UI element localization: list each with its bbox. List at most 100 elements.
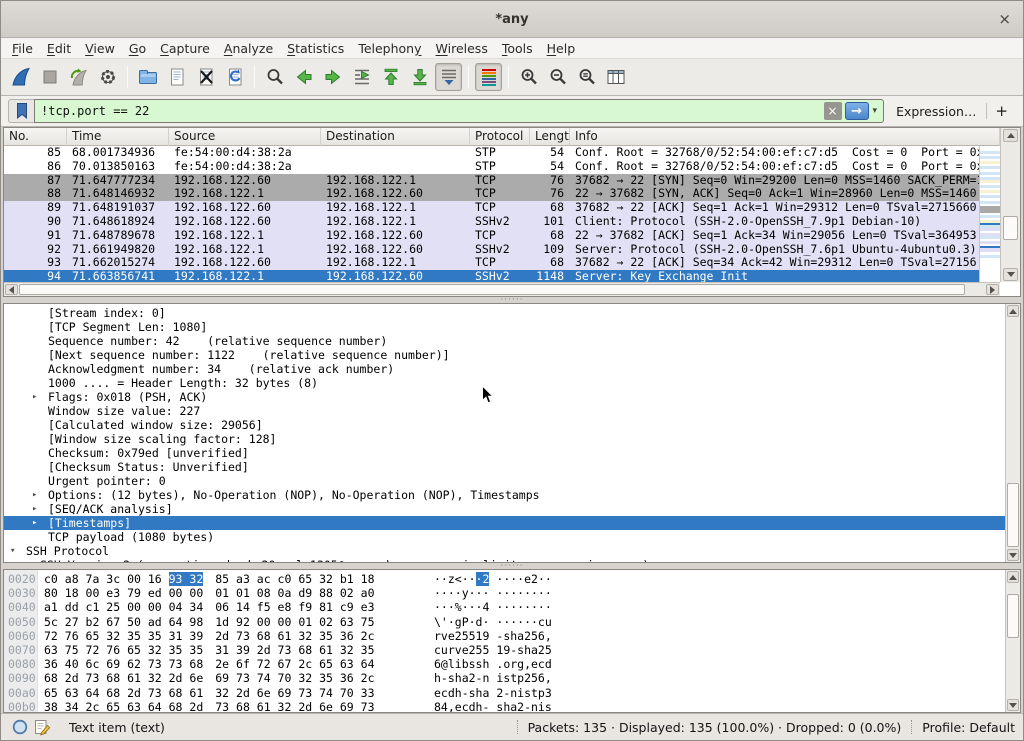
auto-scroll-button[interactable] [435,63,462,91]
display-filter-field[interactable]: !tcp.port == 22 × → ▾ [34,99,884,123]
hex-ascii[interactable]: ··z<···2····e2·· [434,572,552,586]
hex-row-0080[interactable]: 008036 40 6c 69 62 73 73 682e 6f 72 67 2… [4,657,1020,671]
colorize-button[interactable] [475,63,502,91]
intelligent-scrollbar-minimap[interactable] [979,146,1000,282]
bytes-vscrollbar[interactable] [1005,570,1020,712]
menu-statistics[interactable]: Statistics [280,39,351,58]
column-header-time[interactable]: Time [67,128,169,146]
hex-ascii[interactable]: 6@libssh.org,ecd [434,657,552,671]
column-header-protocol[interactable]: Protocol [470,128,530,146]
column-header-source[interactable]: Source [169,128,321,146]
detail-line[interactable]: 1000 .... = Header Length: 32 bytes (8) [4,376,1020,390]
menu-help[interactable]: Help [540,39,583,58]
reload-file-button[interactable] [221,63,248,91]
menu-file[interactable]: File [5,39,40,58]
hex-bytes[interactable]: 36 40 6c 69 62 73 73 682e 6f 72 67 2c 65… [44,657,375,671]
bytes-scroll-up-button[interactable] [1007,571,1019,583]
hex-row-0090[interactable]: 009068 2d 73 68 61 32 2d 6e69 73 74 70 3… [4,671,1020,685]
collapsed-arrow-icon[interactable]: ▸ [32,488,37,502]
packet-row-85[interactable]: 8568.001734936fe:54:00:d4:38:2aSTP54Conf… [4,146,979,160]
hex-bytes[interactable]: 68 2d 73 68 61 32 2d 6e69 73 74 70 32 35… [44,671,375,685]
details-scroll-up-button[interactable] [1007,305,1019,317]
packet-row-88[interactable]: 8871.648146932192.168.122.1192.168.122.6… [4,187,979,201]
hex-bytes[interactable]: 38 34 2c 65 63 64 68 2d73 68 61 32 2d 6e… [44,700,375,713]
packet-list-vscrollbar[interactable] [1000,128,1020,282]
packet-row-87[interactable]: 8771.647777234192.168.122.60192.168.122.… [4,174,979,188]
detail-line[interactable]: Sequence number: 42 (relative sequence n… [4,334,1020,348]
collapsed-arrow-icon[interactable]: ▸ [24,558,29,563]
display-filter-input[interactable]: !tcp.port == 22 [35,104,824,118]
hex-row-0060[interactable]: 006072 76 65 32 35 35 31 392d 73 68 61 3… [4,629,1020,643]
close-file-button[interactable] [192,63,219,91]
filter-dropdown-caret[interactable]: ▾ [869,106,884,116]
detail-line[interactable]: [TCP Segment Len: 1080] [4,320,1020,334]
packet-row-93[interactable]: 9371.662015274192.168.122.60192.168.122.… [4,256,979,270]
scroll-right-button[interactable] [986,284,999,295]
details-vscrollbar[interactable] [1005,304,1020,562]
packet-list-hscrollbar[interactable] [4,282,1000,296]
detail-line[interactable]: ▸Options: (12 bytes), No-Operation (NOP)… [4,488,1020,502]
column-header-length[interactable]: Length [530,128,570,146]
expert-info-button[interactable] [9,717,31,737]
open-file-button[interactable] [134,63,161,91]
bytes-vscroll-thumb[interactable] [1007,594,1019,638]
capture-options-button[interactable] [94,63,121,91]
hex-row-0050[interactable]: 00505c 27 b2 67 50 ad 64 981d 92 00 00 0… [4,615,1020,629]
hex-row-0020[interactable]: 0020c0 a8 7a 3c 00 16 93 3285 a3 ac c0 6… [4,572,1020,586]
detail-line[interactable]: Urgent pointer: 0 [4,474,1020,488]
detail-line[interactable]: ▸SSH Version 2 (encryption:chacha20-poly… [4,558,1020,563]
column-header-info[interactable]: Info [570,128,1000,146]
menu-telephony[interactable]: Telephony [351,39,428,58]
detail-line[interactable]: Window size value: 227 [4,404,1020,418]
hex-ascii[interactable]: curve25519-sha25 [434,643,552,657]
menu-view[interactable]: View [78,39,122,58]
hex-row-0070[interactable]: 007063 75 72 76 65 32 35 3531 39 2d 73 6… [4,643,1020,657]
capture-stop-button[interactable] [36,63,63,91]
zoom-in-button[interactable] [515,63,542,91]
zoom-original-button[interactable] [573,63,600,91]
capture-restart-button[interactable] [65,63,92,91]
save-file-button[interactable] [163,63,190,91]
filter-bookmark-button[interactable] [8,99,34,123]
resize-columns-button[interactable] [602,63,629,91]
detail-line[interactable]: [Next sequence number: 1122 (relative se… [4,348,1020,362]
details-vscroll-thumb[interactable] [1007,483,1019,547]
packet-row-90[interactable]: 9071.648618924192.168.122.60192.168.122.… [4,215,979,229]
packet-row-86[interactable]: 8670.013850163fe:54:00:d4:38:2aSTP54Conf… [4,160,979,174]
hex-bytes[interactable]: 65 63 64 68 2d 73 68 6132 2d 6e 69 73 74… [44,686,375,700]
hex-ascii[interactable]: ecdh-sha2-nistp3 [434,686,552,700]
filter-apply-button[interactable]: → [845,102,869,120]
title-bar[interactable]: *any × [1,1,1023,38]
menu-analyze[interactable]: Analyze [217,39,280,58]
packet-row-92[interactable]: 9271.661949820192.168.122.1192.168.122.6… [4,243,979,257]
hex-row-00a0[interactable]: 00a065 63 64 68 2d 73 68 6132 2d 6e 69 7… [4,686,1020,700]
detail-line[interactable]: Checksum: 0x79ed [unverified] [4,446,1020,460]
go-to-packet-button[interactable] [348,63,375,91]
go-forward-button[interactable] [319,63,346,91]
detail-line[interactable]: ▸[SEQ/ACK analysis] [4,502,1020,516]
collapsed-arrow-icon[interactable]: ▸ [32,390,37,404]
hex-row-0030[interactable]: 003080 18 00 e3 79 ed 00 0001 01 08 0a d… [4,586,1020,600]
hex-row-0040[interactable]: 0040a1 dd c1 25 00 00 04 3406 14 f5 e8 f… [4,600,1020,614]
scroll-down-button[interactable] [1003,268,1018,281]
collapsed-arrow-icon[interactable]: ▸ [32,516,37,530]
menu-wireless[interactable]: Wireless [429,39,495,58]
scroll-up-button[interactable] [1003,129,1018,142]
expression-button[interactable]: Expression… [884,104,986,119]
detail-line[interactable]: ▸[Timestamps] [4,516,1020,530]
hex-ascii[interactable]: \'·gP·d·······cu [434,615,552,629]
capture-start-button[interactable] [7,63,34,91]
detail-line[interactable]: Acknowledgment number: 34 (relative ack … [4,362,1020,376]
hex-bytes[interactable]: 80 18 00 e3 79 ed 00 0001 01 08 0a d9 88… [44,586,375,600]
hex-bytes[interactable]: c0 a8 7a 3c 00 16 93 3285 a3 ac c0 65 32… [44,572,375,586]
capture-comment-button[interactable] [31,717,53,737]
hex-ascii[interactable]: 84,ecdh-sha2-nis [434,700,552,713]
packet-row-91[interactable]: 9171.648789678192.168.122.1192.168.122.6… [4,229,979,243]
profile-status[interactable]: Profile: Default [922,720,1015,735]
close-window-button[interactable]: × [998,9,1011,29]
filter-clear-button[interactable]: × [824,102,842,120]
hex-ascii[interactable]: h-sha2-nistp256, [434,671,552,685]
hex-ascii[interactable]: rve25519-sha256, [434,629,552,643]
add-filter-button[interactable]: + [987,102,1016,120]
hex-bytes[interactable]: 5c 27 b2 67 50 ad 64 981d 92 00 00 01 02… [44,615,375,629]
